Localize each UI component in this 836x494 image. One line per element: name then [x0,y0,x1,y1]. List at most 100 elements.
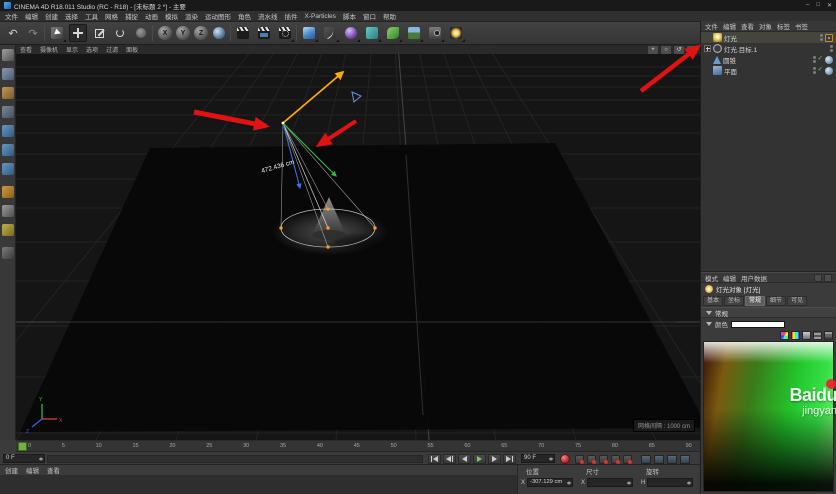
expand-caret-icon[interactable] [706,322,712,326]
menu-item[interactable]: 网格 [105,11,118,21]
menu-item[interactable]: 脚本 [343,11,356,21]
material-list-area[interactable] [0,476,517,494]
model-mode-icon[interactable] [2,68,14,80]
material-menu-item[interactable]: 创建 [5,465,18,475]
color-swatch[interactable] [731,320,785,328]
timeline-power-slider[interactable] [47,455,423,463]
enable-axis-icon[interactable] [2,186,14,198]
menu-item[interactable]: 运动图形 [205,11,231,21]
undo-icon[interactable]: ↶ [4,24,22,42]
autokey-icon[interactable] [623,454,632,464]
menu-item[interactable]: 选择 [65,11,78,21]
general-section-header[interactable]: 常规 [701,307,836,318]
sound-toggle-icon[interactable] [667,454,677,464]
viewport-zoom-icon[interactable]: ○ [661,45,671,54]
menu-item[interactable]: 文件 [5,11,18,21]
menu-item[interactable]: 插件 [285,11,298,21]
keyframe-selection-icon[interactable] [641,454,651,464]
edges-mode-icon[interactable] [2,144,14,156]
viewport-menu-item[interactable]: 选项 [86,45,98,54]
picker-sliders-icon[interactable] [824,331,833,340]
viewport[interactable]: 472.436 cm X Y Z 查看 摄像机 显示 选项 过滤 面板 + ○ ↺ □ 网… [16,45,700,440]
coordinate-system-icon[interactable] [210,24,228,42]
object-manager-menu-item[interactable]: 查看 [741,21,754,31]
viewport-menu-item[interactable]: 查看 [20,45,32,54]
menu-item[interactable]: X-Particles [305,13,336,20]
previous-key-button[interactable] [443,454,456,464]
menu-item[interactable]: 动画 [145,11,158,21]
last-tool-icon[interactable] [132,24,150,42]
picker-wheel-icon[interactable] [780,331,789,340]
object-row-cone[interactable]: 圆锥 ✓ [701,54,836,65]
visibility-dots[interactable] [830,45,833,52]
target-tag-icon[interactable] [825,33,833,42]
scale-tool-icon[interactable] [90,24,108,42]
menu-item[interactable]: 捕捉 [125,11,138,21]
viewport-rotate-icon[interactable]: ↺ [674,45,684,54]
array-generator-icon[interactable] [363,24,381,42]
add-cube-icon[interactable] [300,24,318,42]
light-tool-icon[interactable] [447,24,465,42]
phong-tag-icon[interactable] [825,55,833,64]
viewport-menu-item[interactable]: 过滤 [106,45,118,54]
picker-swatches-icon[interactable] [813,331,822,340]
enable-snap-icon[interactable] [2,224,14,236]
record-parameter-icon[interactable] [611,454,620,464]
tab-general[interactable]: 常规 [745,296,766,306]
size-x-field[interactable] [587,478,634,487]
attribute-menu-item[interactable]: 用户数据 [741,273,767,283]
viewport-pan-icon[interactable]: + [648,45,658,54]
z-axis-lock-icon[interactable]: Z [192,24,210,42]
record-rotation-icon[interactable] [599,454,608,464]
playback-mode-icon[interactable] [654,454,664,464]
object-manager-menu-item[interactable]: 编辑 [723,21,736,31]
object-manager-menu-item[interactable]: 书签 [795,21,808,31]
rotation-h-field[interactable] [647,478,694,487]
timeline-ruler[interactable]: 0 5 10 15 20 25 30 35 40 45 50 55 60 65 70 75 80 85 90 [16,440,700,452]
visibility-dots[interactable] [812,67,816,74]
menu-item[interactable]: 帮助 [383,11,396,21]
x-axis-lock-icon[interactable]: X [156,24,174,42]
render-picture-viewer-icon[interactable] [255,24,273,42]
deformer-icon[interactable] [384,24,402,42]
viewport-toggle-icon[interactable]: □ [687,45,697,54]
plane-object[interactable] [20,143,700,432]
tab-coordinates[interactable]: 坐标 [724,296,745,306]
enabled-check-icon[interactable]: ✓ [818,56,823,63]
texture-mode-icon[interactable] [2,87,14,99]
camera-icon[interactable] [426,24,444,42]
minimize-button[interactable]: – [806,2,809,9]
attribute-menu-item[interactable]: 模式 [705,273,718,283]
render-view-icon[interactable] [234,24,252,42]
expander-icon[interactable] [704,45,711,52]
close-button[interactable]: ✕ [827,2,832,9]
enabled-check-icon[interactable]: ✓ [818,67,823,74]
y-axis-lock-icon[interactable]: Y [174,24,192,42]
picker-spectrum-icon[interactable] [791,331,800,340]
record-position-icon[interactable] [575,454,584,464]
object-manager-menu-item[interactable]: 对象 [759,21,772,31]
menu-item[interactable]: 流水线 [258,11,278,21]
record-scale-icon[interactable] [587,454,596,464]
menu-item[interactable]: 工具 [85,11,98,21]
viewport-menu-item[interactable]: 显示 [66,45,78,54]
timeline-playhead[interactable] [18,442,27,451]
viewport-canvas[interactable]: 472.436 cm X Y Z [16,45,700,440]
workplane-mode-icon[interactable] [2,106,14,118]
play-button[interactable] [473,454,486,464]
viewport-menu-item[interactable]: 摄像机 [40,45,58,54]
object-row-plane[interactable]: 平面 ✓ [701,65,836,76]
current-frame-field[interactable]: 0 F [3,454,45,463]
material-menu-item[interactable]: 查看 [47,465,60,475]
polygons-mode-icon[interactable] [2,163,14,175]
viewport-menu-item[interactable]: 面板 [126,45,138,54]
previous-frame-button[interactable] [458,454,471,464]
record-keyframe-icon[interactable] [560,454,570,464]
object-row-light[interactable]: 灯光 [701,32,836,43]
material-menu-item[interactable]: 编辑 [26,465,39,475]
viewport-solo-icon[interactable] [2,205,14,217]
playback-rate-icon[interactable] [680,454,690,464]
tab-basic[interactable]: 基本 [703,296,724,306]
history-icon[interactable] [824,273,832,282]
rotate-tool-icon[interactable] [111,24,129,42]
